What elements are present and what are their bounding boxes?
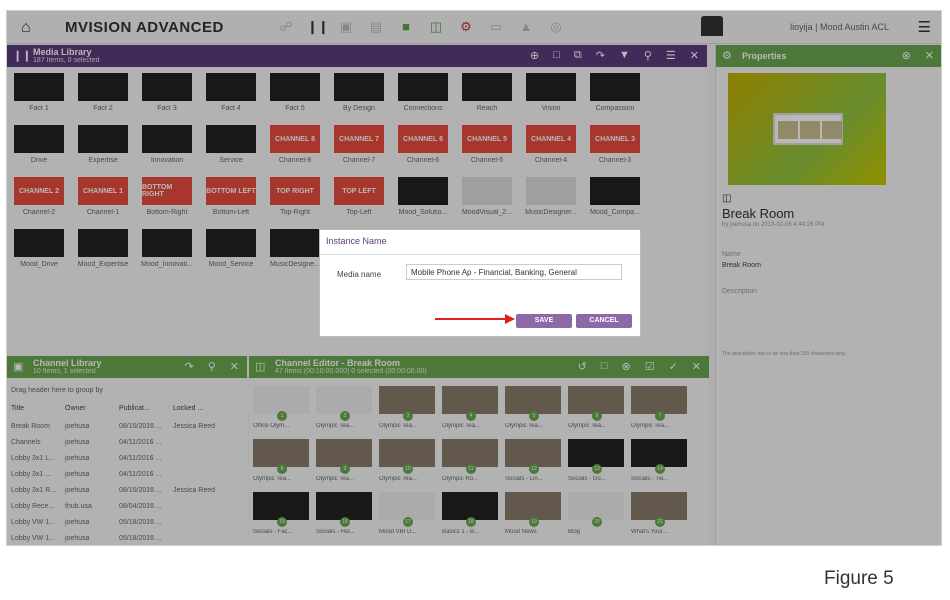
dialog-divider	[320, 254, 640, 255]
cancel-button[interactable]: CANCEL	[576, 314, 632, 328]
figure-caption: Figure 5	[824, 568, 894, 589]
pointer-arrow-icon	[435, 314, 515, 324]
media-name-input[interactable]	[406, 264, 622, 280]
media-name-label: Media name	[337, 270, 382, 279]
app-window: ⌂ MVISION ADVANCED ☍ ❙❙ ▣ ▤ ■ ◫ ⚙ ▭ ▲ ◎ …	[6, 10, 942, 546]
save-button[interactable]: SAVE	[516, 314, 572, 328]
dialog-title: Instance Name	[326, 236, 387, 246]
